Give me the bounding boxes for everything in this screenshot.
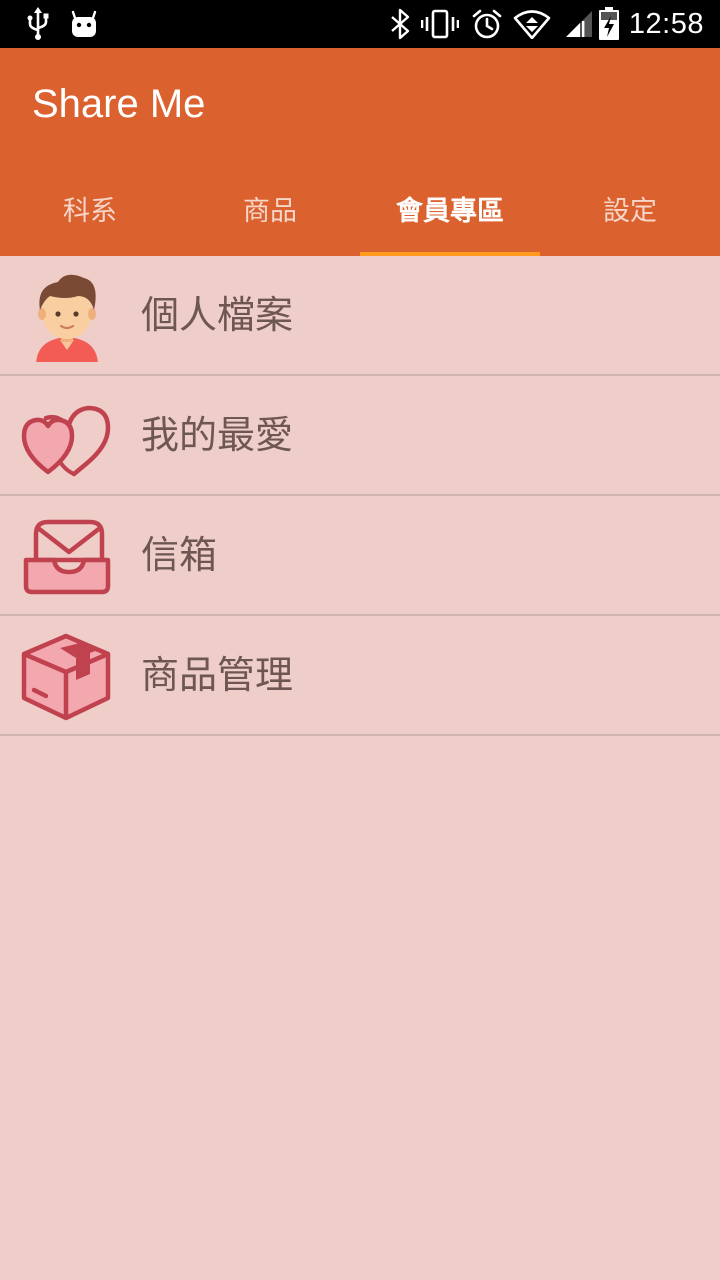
tab-label: 設定: [603, 195, 657, 227]
android-debug-icon: [70, 0, 98, 48]
member-menu-list: 個人檔案 我的最愛 信箱 商品管理: [0, 256, 720, 736]
tab-products[interactable]: 商品: [180, 160, 360, 256]
menu-item-profile[interactable]: 個人檔案: [0, 256, 720, 376]
menu-item-mailbox[interactable]: 信箱: [0, 496, 720, 616]
menu-item-label: 商品管理: [141, 653, 294, 697]
alarm-icon: [470, 0, 504, 48]
signal-icon: [562, 0, 596, 48]
hearts-icon: [20, 388, 114, 482]
menu-item-product-management[interactable]: 商品管理: [0, 616, 720, 736]
menu-item-favorites[interactable]: 我的最愛: [0, 376, 720, 496]
user-avatar-icon: [20, 268, 114, 370]
bluetooth-icon: [386, 0, 414, 48]
package-box-icon: [20, 628, 114, 722]
inbox-mail-icon: [20, 508, 114, 602]
menu-item-label: 個人檔案: [141, 293, 294, 337]
tab-departments[interactable]: 科系: [0, 160, 180, 256]
tab-label: 科系: [63, 195, 117, 227]
tab-label: 商品: [243, 195, 297, 227]
tab-member-area[interactable]: 會員專區: [360, 160, 540, 256]
tab-label: 會員專區: [396, 195, 504, 227]
tab-settings[interactable]: 設定: [540, 160, 720, 256]
app-title: Share Me: [32, 82, 206, 126]
app-bar: Share Me 科系 商品 會員專區 設定: [0, 48, 720, 256]
wifi-icon: [512, 0, 552, 48]
menu-item-label: 我的最愛: [141, 413, 294, 457]
tab-bar: 科系 商品 會員專區 設定: [0, 160, 720, 256]
menu-item-label: 信箱: [141, 533, 218, 577]
status-bar: 12:58: [0, 0, 720, 48]
vibrate-icon: [420, 0, 460, 48]
status-time: 12:58: [628, 8, 704, 40]
usb-icon: [24, 0, 52, 48]
battery-charging-icon: [596, 0, 622, 48]
